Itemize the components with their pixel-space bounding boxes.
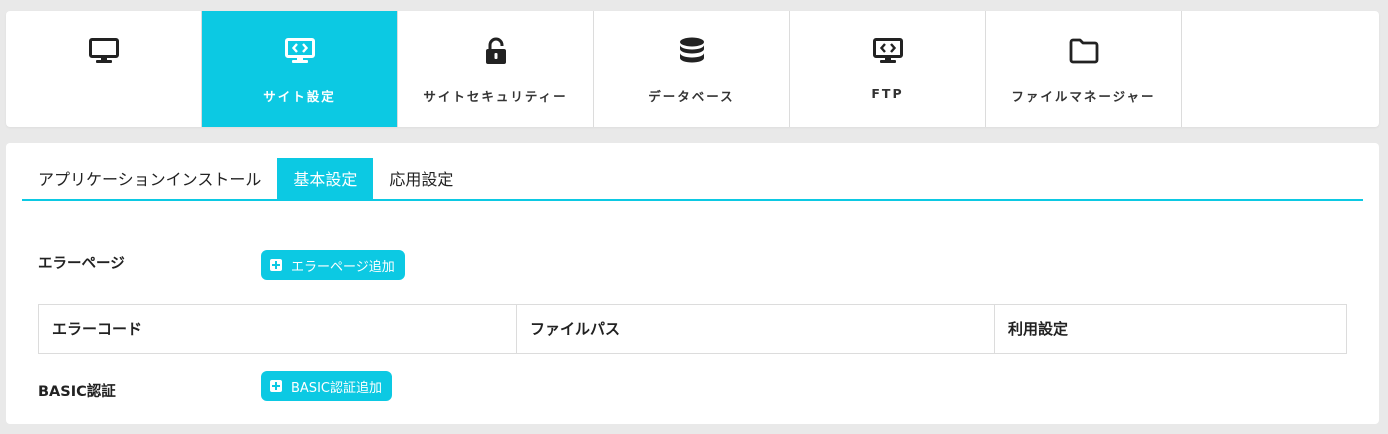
nav-item-label: サイトセキュリティー (423, 89, 568, 104)
unlock-icon (485, 37, 507, 65)
column-header-error-code: エラーコード (39, 305, 517, 353)
error-page-label: エラーページ (38, 256, 125, 272)
tab-basic-settings[interactable]: 基本設定 (277, 158, 374, 199)
add-error-page-button-label: エラーページ追加 (291, 259, 395, 275)
nav-item-ftp[interactable]: FTP (790, 11, 986, 127)
nav-item-label: FTP (871, 86, 904, 101)
nav-item-database[interactable]: データベース (594, 11, 790, 127)
column-header-file-path: ファイルパス (517, 305, 995, 353)
code-monitor-icon (284, 37, 315, 65)
monitor-icon (88, 37, 119, 65)
settings-panel: アプリケーションインストール 基本設定 応用設定 エラーページ エラーページ追加… (6, 143, 1379, 424)
nav-item-label: データベース (648, 89, 735, 104)
tab-bar: アプリケーションインストール 基本設定 応用設定 (22, 158, 1363, 201)
add-basic-auth-button[interactable]: BASIC認証追加 (261, 371, 392, 401)
nav-item-empty (1182, 11, 1379, 127)
nav-item-dashboard[interactable] (6, 11, 202, 127)
error-page-table: エラーコード ファイルパス 利用設定 (38, 304, 1347, 354)
top-nav: サイト設定 サイトセキュリティー データベース FTP ファイルマネージャー (6, 11, 1379, 127)
nav-item-site-settings[interactable]: サイト設定 (202, 11, 398, 127)
nav-item-label: ファイルマネージャー (1011, 89, 1156, 104)
tab-app-install[interactable]: アプリケーションインストール (22, 158, 277, 199)
add-basic-auth-button-label: BASIC認証追加 (291, 380, 382, 396)
code-monitor-icon (872, 37, 903, 65)
nav-item-file-manager[interactable]: ファイルマネージャー (986, 11, 1182, 127)
plus-icon (270, 380, 282, 392)
nav-item-site-security[interactable]: サイトセキュリティー (398, 11, 594, 127)
basic-auth-label: BASIC認証 (38, 384, 116, 400)
database-icon (679, 37, 705, 65)
add-error-page-button[interactable]: エラーページ追加 (261, 250, 405, 280)
nav-item-label: サイト設定 (263, 89, 336, 104)
plus-icon (270, 259, 282, 271)
tab-advanced-settings[interactable]: 応用設定 (373, 158, 469, 199)
column-header-usage: 利用設定 (1008, 320, 1069, 338)
folder-icon (1069, 37, 1099, 65)
